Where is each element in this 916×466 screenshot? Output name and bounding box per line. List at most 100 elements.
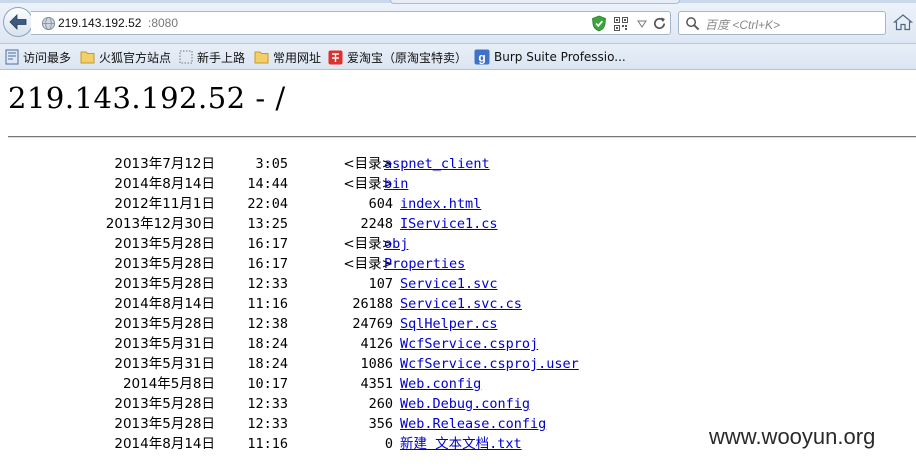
listing-row: 2013年7月12日 3:05 <目录> aspnet_client <box>0 154 916 174</box>
bookmark-burp-suite[interactable]: g Burp Suite Professio... <box>474 48 626 66</box>
listing-file-link[interactable]: Service1.svc <box>400 274 498 294</box>
horizontal-rule <box>8 136 916 138</box>
listing-time: 12:33 <box>247 416 288 432</box>
listing-time: 13:25 <box>247 216 288 232</box>
google-icon: g <box>474 49 490 65</box>
bookmark-getting-started[interactable]: 新手上路 <box>179 48 245 66</box>
listing-time: 11:16 <box>247 296 288 312</box>
dotted-box-icon <box>179 50 193 64</box>
listing-row: 2013年5月28日 12:33 107 Service1.svc <box>0 274 916 294</box>
listing-date: 2012年11月1日 <box>114 196 215 212</box>
listing-date: 2014年8月14日 <box>114 436 215 452</box>
listing-date: 2013年5月28日 <box>114 396 215 412</box>
back-button[interactable] <box>3 7 33 37</box>
bookmark-label: 火狐官方站点 <box>99 50 172 65</box>
bookmark-label: 爱淘宝（原淘宝特卖） <box>347 50 468 65</box>
bookmark-label: 新手上路 <box>197 50 246 65</box>
listing-date: 2013年5月31日 <box>114 336 215 352</box>
globe-icon <box>41 16 56 31</box>
listing-date: 2013年12月30日 <box>105 216 215 232</box>
page-content: 219.143.192.52 - / 2013年7月12日 3:05 <目录> asp… <box>0 71 916 466</box>
listing-row: 2013年5月28日 16:17 <目录> obj <box>0 234 916 254</box>
shield-icon[interactable] <box>591 15 607 32</box>
listing-file-link[interactable]: 新建 文本文档.txt <box>400 434 522 454</box>
listing-row: 2014年8月14日 11:16 26188 Service1.svc.cs <box>0 294 916 314</box>
listing-size: 260 <box>368 396 393 412</box>
listing-size: 4126 <box>360 336 393 352</box>
bookmark-common-sites[interactable]: 常用网址 <box>254 48 321 66</box>
listing-time: 16:17 <box>247 256 288 272</box>
search-placeholder: 百度 <Ctrl+K> <box>705 18 781 32</box>
listing-time: 3:05 <box>255 156 288 172</box>
listing-time: 18:24 <box>247 356 288 372</box>
listing-time: 16:17 <box>247 236 288 252</box>
listing-date: 2013年5月28日 <box>114 256 215 272</box>
listing-file-link[interactable]: WcfService.csproj.user <box>400 354 579 374</box>
listing-row: 2012年11月1日 22:04 604 index.html <box>0 194 916 214</box>
listing-size: 2248 <box>360 216 393 232</box>
listing-size: 4351 <box>360 376 393 392</box>
listing-file-link[interactable]: WcfService.csproj <box>400 334 538 354</box>
tab-strip-edge <box>390 0 680 4</box>
listing-size: 107 <box>368 276 393 292</box>
bookmark-ai-taobao[interactable]: 爱淘宝（原淘宝特卖） <box>328 48 467 66</box>
listing-file-link[interactable]: Web.config <box>400 374 481 394</box>
url-port: :8080 <box>148 16 179 30</box>
bookmark-page-icon <box>5 49 19 65</box>
listing-row: 2014年8月14日 14:44 <目录> bin <box>0 174 916 194</box>
bookmark-label: 访问最多 <box>23 50 72 65</box>
bookmark-firefox-site[interactable]: 火狐官方站点 <box>80 48 171 66</box>
listing-dir-link[interactable]: bin <box>384 174 408 194</box>
listing-dir-link[interactable]: Properties <box>384 254 465 274</box>
listing-time: 12:38 <box>247 316 288 332</box>
listing-date: 2013年5月28日 <box>114 276 215 292</box>
listing-row: 2014年5月8日 10:17 4351 Web.config <box>0 374 916 394</box>
listing-time: 22:04 <box>247 196 288 212</box>
listing-time: 10:17 <box>247 376 288 392</box>
listing-time: 18:24 <box>247 336 288 352</box>
listing-time: 14:44 <box>247 176 288 192</box>
listing-size: 604 <box>368 196 393 212</box>
reload-icon[interactable] <box>652 16 667 31</box>
listing-dir-link[interactable]: aspnet_client <box>384 154 490 174</box>
listing-date: 2014年5月8日 <box>122 376 215 392</box>
url-host: 219.143.192.52 <box>58 16 142 30</box>
bookmarks-toolbar: 访问最多 火狐官方站点 新手上路 常用网址 爱淘宝（原淘宝特卖） g Burp … <box>0 44 916 70</box>
folder-icon <box>254 51 269 64</box>
listing-date: 2013年5月31日 <box>114 356 215 372</box>
listing-size: 0 <box>384 436 393 452</box>
home-icon[interactable] <box>893 13 913 31</box>
listing-row: 2013年12月30日 13:25 2248 IService1.cs <box>0 214 916 234</box>
listing-row: 2013年5月28日 12:38 24769 SqlHelper.cs <box>0 314 916 334</box>
listing-size: 24769 <box>352 316 393 332</box>
search-input[interactable]: 百度 <Ctrl+K> <box>678 11 886 35</box>
listing-date: 2014年8月14日 <box>114 176 215 192</box>
listing-file-link[interactable]: index.html <box>400 194 481 214</box>
listing-row: 2013年5月28日 12:33 260 Web.Debug.config <box>0 394 916 414</box>
svg-text:g: g <box>478 51 485 65</box>
bookmark-label: Burp Suite Professio... <box>494 50 626 64</box>
listing-date: 2014年8月14日 <box>114 296 215 312</box>
listing-time: 11:16 <box>247 436 288 452</box>
search-icon <box>686 17 700 31</box>
listing-file-link[interactable]: IService1.cs <box>400 214 498 234</box>
qr-code-icon[interactable] <box>614 17 628 31</box>
listing-dir-link[interactable]: obj <box>384 234 408 254</box>
folder-icon <box>80 51 95 64</box>
listing-file-link[interactable]: Web.Release.config <box>400 414 546 434</box>
back-arrow-icon <box>9 14 27 30</box>
listing-file-link[interactable]: Web.Debug.config <box>400 394 530 414</box>
bookmark-most-visited[interactable]: 访问最多 <box>5 48 71 66</box>
address-bar[interactable]: 219.143.192.52 :8080 <box>31 11 671 35</box>
listing-time: 12:33 <box>247 396 288 412</box>
listing-row: 2013年5月28日 16:17 <目录> Properties <box>0 254 916 274</box>
listing-date: 2013年5月28日 <box>114 316 215 332</box>
listing-date: 2013年7月12日 <box>114 156 215 172</box>
chevron-down-icon[interactable] <box>637 20 647 28</box>
page-title: 219.143.192.52 - / <box>8 81 286 115</box>
bookmark-label: 常用网址 <box>273 50 322 65</box>
listing-file-link[interactable]: Service1.svc.cs <box>400 294 522 314</box>
listing-file-link[interactable]: SqlHelper.cs <box>400 314 498 334</box>
listing-time: 12:33 <box>247 276 288 292</box>
listing-size: 26188 <box>352 296 393 312</box>
